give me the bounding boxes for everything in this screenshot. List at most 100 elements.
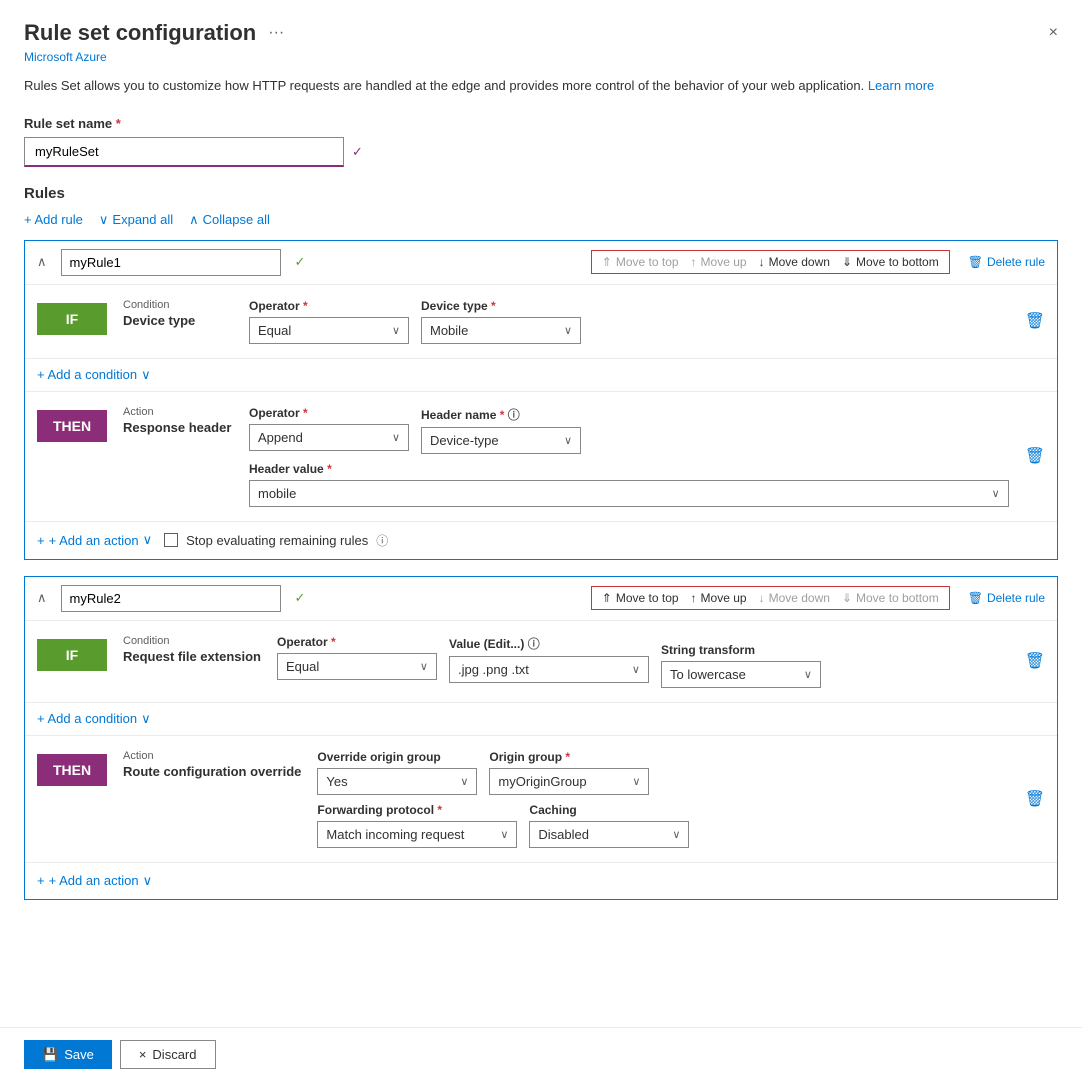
rule1-action-delete-button[interactable]: 🗑 bbox=[1025, 446, 1045, 466]
rule1-action-operator-chevron: ∨ bbox=[392, 431, 400, 444]
rules-title: Rules bbox=[24, 185, 1058, 202]
rule2-origin-group-select[interactable]: myOriginGroup ∨ bbox=[489, 768, 649, 795]
rule1-name-input[interactable] bbox=[61, 249, 281, 276]
rule2-add-condition-row[interactable]: + Add a condition ∨ bbox=[25, 703, 1057, 736]
rule1-add-condition-row[interactable]: + Add a condition ∨ bbox=[25, 359, 1057, 392]
rule1-stop-eval-checkbox[interactable] bbox=[164, 533, 178, 547]
rule2-chevron-icon[interactable]: ∧ bbox=[37, 590, 47, 606]
rule2-add-condition-label: + Add a condition bbox=[37, 711, 137, 726]
rule2-caching-group: Caching Disabled ∨ bbox=[529, 803, 689, 848]
rule2-override-origin-label: Override origin group bbox=[317, 750, 477, 764]
rule1-stop-eval-row: Stop evaluating remaining rules ⓘ bbox=[164, 532, 388, 549]
panel-subtitle: Microsoft Azure bbox=[24, 50, 1058, 64]
rule1-move-down-button[interactable]: ↓ Move down bbox=[759, 255, 830, 269]
rule2-add-action-button[interactable]: + + Add an action ∨ bbox=[37, 873, 152, 889]
rule2-delete-button[interactable]: 🗑 Delete rule bbox=[968, 591, 1045, 605]
move-top-icon-2: ⇑ bbox=[602, 591, 612, 605]
rule1-chevron-icon[interactable]: ∧ bbox=[37, 254, 47, 270]
rule2-forwarding-select[interactable]: Match incoming request ∨ bbox=[317, 821, 517, 848]
rule2-check-icon: ✓ bbox=[295, 590, 306, 606]
rule1-header-value-select[interactable]: mobile ∨ bbox=[249, 480, 1009, 507]
rule1-action-info: Action Response header bbox=[123, 406, 233, 435]
move-down-icon-2: ↓ bbox=[759, 591, 765, 605]
rule2-string-transform-select[interactable]: To lowercase ∨ bbox=[661, 661, 821, 688]
rule2-caching-label: Caching bbox=[529, 803, 689, 817]
expand-all-button[interactable]: ∨ Expand all bbox=[99, 212, 173, 228]
rule2-condition-row: IF Condition Request file extension Oper… bbox=[25, 621, 1057, 703]
rule2-string-transform-label: String transform bbox=[661, 643, 821, 657]
rule2-move-down-button[interactable]: ↓ Move down bbox=[759, 591, 830, 605]
expand-down-icon: ∨ bbox=[99, 212, 109, 228]
rule2-caching-select[interactable]: Disabled ∨ bbox=[529, 821, 689, 848]
rule1-header-name-select[interactable]: Device-type ∨ bbox=[421, 427, 581, 454]
rule2-top-fields: Operator * Equal ∨ Value (Edit...) ⓘ bbox=[277, 635, 649, 683]
rule2-condition-delete-button[interactable]: 🗑 bbox=[1025, 651, 1045, 671]
rule1-device-type-chevron: ∨ bbox=[564, 324, 572, 337]
rule2-move-bottom-button[interactable]: ⇓ Move to bottom bbox=[842, 591, 939, 605]
rule2-action-info: Action Route configuration override bbox=[123, 750, 301, 779]
rule2-add-action-row: + + Add an action ∨ bbox=[25, 863, 1057, 899]
rule2-condition-fields: Operator * Equal ∨ Value (Edit...) ⓘ bbox=[277, 635, 1009, 688]
rule1-add-action-chevron: ∨ bbox=[143, 532, 153, 548]
rule2-action-row: THEN Action Route configuration override… bbox=[25, 736, 1057, 863]
rule2-move-top-button[interactable]: ⇑ Move to top bbox=[602, 591, 679, 605]
rule2-bottom-fields: Forwarding protocol * Match incoming req… bbox=[317, 803, 1008, 848]
rule2-move-up-button[interactable]: ↑ Move up bbox=[691, 591, 747, 605]
panel-header: Rule set configuration ··· × bbox=[24, 20, 1058, 46]
learn-more-link[interactable]: Learn more bbox=[868, 78, 934, 93]
rule1-action-label: Action bbox=[123, 406, 233, 418]
rule1-header-name-info-icon: ⓘ bbox=[508, 408, 520, 422]
rule1-condition-fields: Operator * Equal ∨ Device type * Mobile bbox=[249, 299, 1009, 344]
rule1-device-type-label: Device type * bbox=[421, 299, 581, 313]
discard-button[interactable]: × Discard bbox=[120, 1040, 216, 1069]
rule1-header-name-label: Header name * ⓘ bbox=[421, 406, 581, 423]
rule-set-name-section: Rule set name * ✓ bbox=[24, 116, 1058, 167]
rule2-string-transform-group: String transform To lowercase ∨ bbox=[661, 643, 821, 688]
collapse-all-button[interactable]: ∧ Collapse all bbox=[189, 212, 270, 228]
rule1-device-type-group: Device type * Mobile ∨ bbox=[421, 299, 581, 344]
save-button[interactable]: 💾 Save bbox=[24, 1040, 112, 1069]
rule1-check-icon: ✓ bbox=[295, 254, 306, 270]
move-up-icon-2: ↑ bbox=[691, 591, 697, 605]
rule1-operator-chevron: ∨ bbox=[392, 324, 400, 337]
rule2-action-fields: Override origin group Yes ∨ Origin group… bbox=[317, 750, 1008, 848]
rule1-move-bottom-button[interactable]: ⇓ Move to bottom bbox=[842, 255, 939, 269]
rule1-operator-group: Operator * Equal ∨ bbox=[249, 299, 409, 344]
rule1-device-type-select[interactable]: Mobile ∨ bbox=[421, 317, 581, 344]
ellipsis-button[interactable]: ··· bbox=[268, 24, 284, 42]
rule2-origin-group-group: Origin group * myOriginGroup ∨ bbox=[489, 750, 649, 795]
rule1-move-top-button[interactable]: ⇑ Move to top bbox=[602, 255, 679, 269]
rule2-action-type: Route configuration override bbox=[123, 764, 301, 779]
rule2-operator-label: Operator * bbox=[277, 635, 437, 649]
rule-set-name-label: Rule set name * bbox=[24, 116, 1058, 131]
rule2-value-select[interactable]: .jpg .png .txt ∨ bbox=[449, 656, 649, 683]
rule1-operator-select[interactable]: Equal ∨ bbox=[249, 317, 409, 344]
rule2-value-info-icon: ⓘ bbox=[528, 637, 540, 651]
rule-header-1: ∧ ✓ ⇑ Move to top ↑ Move up ↓ Move down bbox=[25, 241, 1057, 285]
rule2-action-top-fields: Override origin group Yes ∨ Origin group… bbox=[317, 750, 1008, 795]
rule2-action-delete-button[interactable]: 🗑 bbox=[1025, 789, 1045, 809]
rule2-string-transform-row: String transform To lowercase ∨ bbox=[661, 643, 821, 688]
rule2-then-badge: THEN bbox=[37, 754, 107, 786]
rule1-delete-button[interactable]: 🗑 Delete rule bbox=[968, 255, 1045, 269]
rule1-add-action-button[interactable]: + + Add an action ∨ bbox=[37, 532, 152, 548]
discard-icon: × bbox=[139, 1047, 147, 1062]
rule1-add-condition-label: + Add a condition bbox=[37, 367, 137, 382]
rule2-operator-select[interactable]: Equal ∨ bbox=[277, 653, 437, 680]
move-down-icon-1: ↓ bbox=[759, 255, 765, 269]
rule1-move-buttons: ⇑ Move to top ↑ Move up ↓ Move down ⇓ Mo… bbox=[591, 250, 950, 274]
close-button[interactable]: × bbox=[1049, 24, 1058, 42]
rule1-action-operator-select[interactable]: Append ∨ bbox=[249, 424, 409, 451]
add-rule-button[interactable]: + Add rule bbox=[24, 212, 83, 227]
rule2-name-input[interactable] bbox=[61, 585, 281, 612]
rule1-condition-delete-button[interactable]: 🗑 bbox=[1025, 311, 1045, 331]
rule1-move-up-button[interactable]: ↑ Move up bbox=[691, 255, 747, 269]
move-bottom-icon-2: ⇓ bbox=[842, 591, 852, 605]
rule2-condition-info: Condition Request file extension bbox=[123, 635, 261, 664]
rule2-add-action-plus: + bbox=[37, 873, 45, 888]
rule2-condition-label: Condition bbox=[123, 635, 261, 647]
rule2-if-badge: IF bbox=[37, 639, 107, 671]
rule2-override-origin-chevron: ∨ bbox=[460, 775, 468, 788]
rule2-override-origin-select[interactable]: Yes ∨ bbox=[317, 768, 477, 795]
rule-set-name-input[interactable] bbox=[24, 137, 344, 167]
